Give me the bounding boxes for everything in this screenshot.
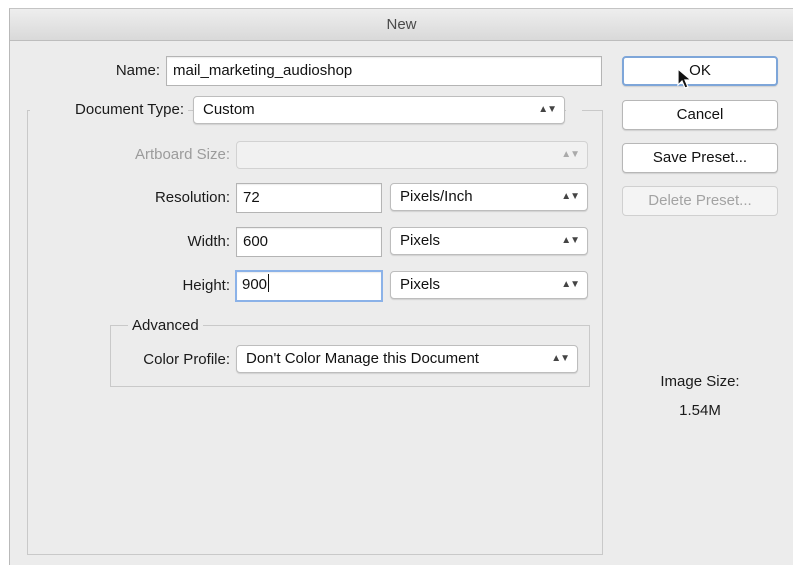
width-label: Width: — [187, 233, 230, 250]
updown-arrows-icon: ▲▼ — [538, 104, 557, 115]
width-unit-value: Pixels — [400, 232, 441, 249]
updown-arrows-icon: ▲▼ — [551, 353, 570, 364]
name-input[interactable]: mail_marketing_audioshop — [166, 56, 602, 86]
save-preset-button[interactable]: Save Preset... — [622, 143, 778, 173]
resolution-label: Resolution: — [154, 189, 230, 206]
name-label: Name: — [115, 62, 160, 79]
height-label: Height: — [182, 277, 230, 294]
document-type-select[interactable]: Custom ▲▼ — [193, 96, 565, 124]
dialog-title: New — [10, 9, 793, 41]
updown-arrows-icon: ▲▼ — [561, 235, 580, 246]
updown-arrows-icon: ▲▼ — [561, 149, 580, 160]
image-size-value: 1.54M — [679, 402, 721, 419]
updown-arrows-icon: ▲▼ — [561, 279, 580, 290]
document-type-label: Document Type: — [30, 97, 188, 123]
advanced-legend: Advanced — [128, 316, 203, 336]
resolution-unit-select[interactable]: Pixels/Inch ▲▼ — [390, 183, 588, 211]
cancel-button[interactable]: Cancel — [622, 100, 778, 130]
color-profile-label: Color Profile: — [143, 351, 230, 368]
color-profile-select[interactable]: Don't Color Manage this Document ▲▼ — [236, 345, 578, 373]
document-type-value: Custom — [203, 101, 255, 118]
groupbox-gap — [566, 104, 582, 116]
height-value: 900 — [242, 276, 268, 293]
artboard-size-select: ▲▼ — [236, 141, 588, 169]
color-profile-value: Don't Color Manage this Document — [246, 350, 479, 367]
resolution-input[interactable]: 72 — [236, 183, 382, 213]
height-input[interactable]: 900 — [235, 270, 383, 302]
width-input[interactable]: 600 — [236, 227, 382, 257]
artboard-size-label: Artboard Size: — [134, 146, 230, 163]
height-unit-select[interactable]: Pixels ▲▼ — [390, 271, 588, 299]
width-unit-select[interactable]: Pixels ▲▼ — [390, 227, 588, 255]
ok-button[interactable]: OK — [622, 56, 778, 86]
resolution-unit-value: Pixels/Inch — [400, 188, 473, 205]
updown-arrows-icon: ▲▼ — [561, 191, 580, 202]
text-caret — [268, 274, 270, 292]
mouse-pointer-icon — [677, 68, 693, 89]
height-unit-value: Pixels — [400, 276, 441, 293]
delete-preset-button: Delete Preset... — [622, 186, 778, 216]
image-size-label: Image Size: — [660, 373, 740, 390]
